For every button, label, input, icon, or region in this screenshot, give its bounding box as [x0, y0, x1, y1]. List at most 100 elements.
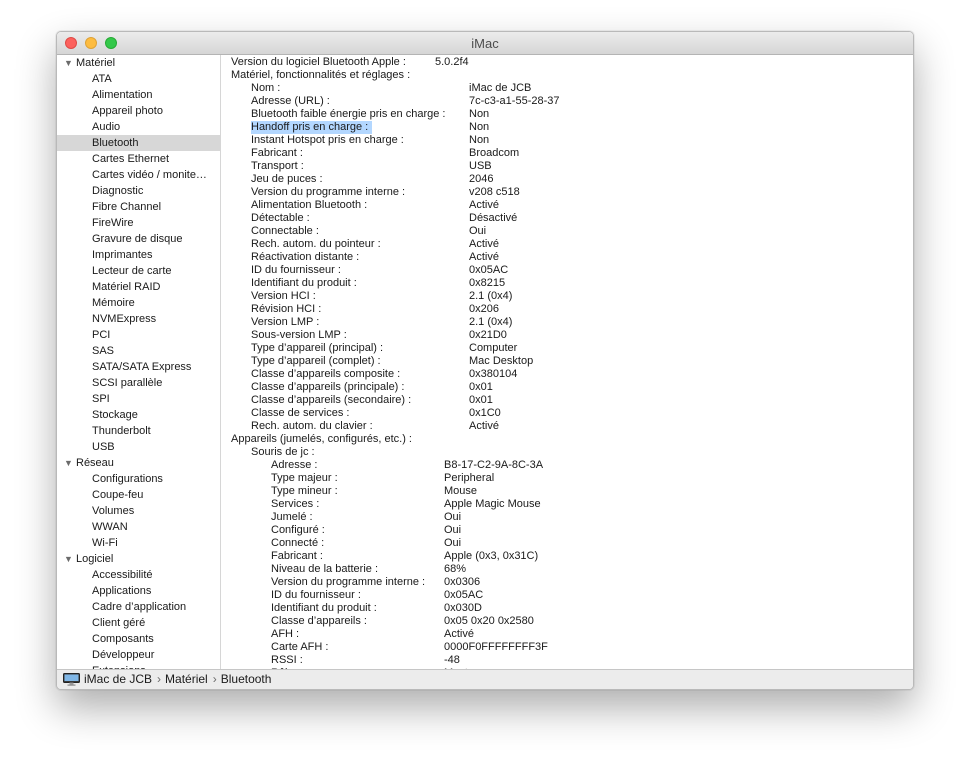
- detail-key: Instant Hotspot pris en charge :: [251, 134, 404, 146]
- detail-row[interactable]: Transport : USB: [221, 160, 913, 173]
- sidebar-item-scsi-parallele[interactable]: SCSI parallèle: [57, 375, 220, 391]
- detail-row[interactable]: Handoff pris en charge : Non: [221, 121, 913, 134]
- detail-row[interactable]: Adresse (URL) : 7c-c3-a1-55-28-37: [221, 95, 913, 108]
- detail-row[interactable]: Connectable : Oui: [221, 225, 913, 238]
- sidebar-item-cadre-d-application[interactable]: Cadre d’application: [57, 599, 220, 615]
- sidebar-item-client-gere[interactable]: Client géré: [57, 615, 220, 631]
- sidebar-item-materiel-raid[interactable]: Matériel RAID: [57, 279, 220, 295]
- detail-row[interactable]: Jumelé : Oui: [221, 511, 913, 524]
- detail-value: Oui: [469, 225, 487, 237]
- sidebar-group-materiel[interactable]: ▼ Matériel: [57, 55, 220, 71]
- detail-row[interactable]: Connecté : Oui: [221, 537, 913, 550]
- title-bar[interactable]: iMac: [57, 32, 913, 55]
- detail-row[interactable]: Révision HCI : 0x206: [221, 303, 913, 316]
- sidebar-group-reseau[interactable]: ▼ Réseau: [57, 455, 220, 471]
- detail-row[interactable]: Type d’appareil (principal) : Computer: [221, 342, 913, 355]
- sidebar-item-diagnostic[interactable]: Diagnostic: [57, 183, 220, 199]
- detail-row[interactable]: ID du fournisseur : 0x05AC: [221, 264, 913, 277]
- detail-row[interactable]: Alimentation Bluetooth : Activé: [221, 199, 913, 212]
- detail-row[interactable]: Bluetooth faible énergie pris en charge …: [221, 108, 913, 121]
- detail-row[interactable]: Détectable : Désactivé: [221, 212, 913, 225]
- detail-row[interactable]: Réactivation distante : Activé: [221, 251, 913, 264]
- detail-row[interactable]: Type majeur : Peripheral: [221, 472, 913, 485]
- detail-row[interactable]: ID du fournisseur : 0x05AC: [221, 589, 913, 602]
- sidebar-item-imprimantes[interactable]: Imprimantes: [57, 247, 220, 263]
- detail-row[interactable]: Services : Apple Magic Mouse: [221, 498, 913, 511]
- breadcrumb-item[interactable]: Bluetooth: [221, 672, 272, 686]
- detail-row[interactable]: Sous-version LMP : 0x21D0: [221, 329, 913, 342]
- detail-row[interactable]: Jeu de puces : 2046: [221, 173, 913, 186]
- detail-row[interactable]: Fabricant : Broadcom: [221, 147, 913, 160]
- detail-row[interactable]: Niveau de la batterie : 68%: [221, 563, 913, 576]
- sidebar-item-thunderbolt[interactable]: Thunderbolt: [57, 423, 220, 439]
- detail-row[interactable]: Classe d’appareils : 0x05 0x20 0x2580: [221, 615, 913, 628]
- sidebar-item-developpeur[interactable]: Développeur: [57, 647, 220, 663]
- detail-row[interactable]: Version du programme interne : 0x0306: [221, 576, 913, 589]
- detail-row[interactable]: Classe de services : 0x1C0: [221, 407, 913, 420]
- sidebar-item-firewire[interactable]: FireWire: [57, 215, 220, 231]
- detail-row[interactable]: Identifiant du produit : 0x030D: [221, 602, 913, 615]
- sidebar-item-applications[interactable]: Applications: [57, 583, 220, 599]
- disclosure-triangle-icon[interactable]: ▼: [64, 55, 73, 71]
- detail-row[interactable]: Version du logiciel Bluetooth Apple : 5.0…: [221, 56, 913, 69]
- detail-row[interactable]: Rech. autom. du pointeur : Activé: [221, 238, 913, 251]
- sidebar-item-configurations[interactable]: Configurations: [57, 471, 220, 487]
- detail-row[interactable]: Classe d’appareils (principale) : 0x01: [221, 381, 913, 394]
- sidebar-item-coupe-feu[interactable]: Coupe-feu: [57, 487, 220, 503]
- sidebar-item-gravure-de-disque[interactable]: Gravure de disque: [57, 231, 220, 247]
- detail-row[interactable]: Fabricant : Apple (0x3, 0x31C): [221, 550, 913, 563]
- detail-row[interactable]: RSSI : -48: [221, 654, 913, 667]
- sidebar[interactable]: ▼ Matériel ATA Alimentation Appareil photo Au…: [57, 55, 221, 669]
- sidebar-item-wwan[interactable]: WWAN: [57, 519, 220, 535]
- detail-value: 0x8215: [469, 277, 506, 289]
- breadcrumb-item[interactable]: Matériel: [165, 672, 208, 686]
- sidebar-item-appareil-photo[interactable]: Appareil photo: [57, 103, 220, 119]
- disclosure-triangle-icon[interactable]: ▼: [64, 455, 73, 471]
- detail-row[interactable]: Type mineur : Mouse: [221, 485, 913, 498]
- sidebar-item-volumes[interactable]: Volumes: [57, 503, 220, 519]
- detail-row[interactable]: AFH : Activé: [221, 628, 913, 641]
- sidebar-item-cartes-ethernet[interactable]: Cartes Ethernet: [57, 151, 220, 167]
- detail-row[interactable]: Nom : iMac de JCB: [221, 82, 913, 95]
- breadcrumb-item[interactable]: iMac de JCB: [84, 672, 152, 686]
- sidebar-item-memoire[interactable]: Mémoire: [57, 295, 220, 311]
- detail-row[interactable]: Identifiant du produit : 0x8215: [221, 277, 913, 290]
- detail-row[interactable]: Version du programme interne : v208 c518: [221, 186, 913, 199]
- disclosure-triangle-icon[interactable]: ▼: [64, 551, 73, 567]
- detail-row[interactable]: Instant Hotspot pris en charge : Non: [221, 134, 913, 147]
- detail-row[interactable]: Classe d’appareils (secondaire) : 0x01: [221, 394, 913, 407]
- detail-value: Activé: [469, 238, 499, 250]
- detail-row[interactable]: Souris de jc :: [221, 446, 913, 459]
- sidebar-item-usb[interactable]: USB: [57, 439, 220, 455]
- detail-row[interactable]: Rech. autom. du clavier : Activé: [221, 420, 913, 433]
- detail-row[interactable]: Classe d’appareils composite : 0x380104: [221, 368, 913, 381]
- sidebar-item-wi-fi[interactable]: Wi-Fi: [57, 535, 220, 551]
- sidebar-item-audio[interactable]: Audio: [57, 119, 220, 135]
- detail-row[interactable]: Version HCI : 2.1 (0x4): [221, 290, 913, 303]
- sidebar-item-fibre-channel[interactable]: Fibre Channel: [57, 199, 220, 215]
- detail-row[interactable]: Appareils (jumelés, configurés, etc.) :: [221, 433, 913, 446]
- detail-row[interactable]: Version LMP : 2.1 (0x4): [221, 316, 913, 329]
- sidebar-item-spi[interactable]: SPI: [57, 391, 220, 407]
- sidebar-item-pci[interactable]: PCI: [57, 327, 220, 343]
- sidebar-item-nvmexpress[interactable]: NVMExpress: [57, 311, 220, 327]
- sidebar-group-logiciel[interactable]: ▼ Logiciel: [57, 551, 220, 567]
- sidebar-item-stockage[interactable]: Stockage: [57, 407, 220, 423]
- detail-row[interactable]: Carte AFH : 0000F0FFFFFFFF3F: [221, 641, 913, 654]
- sidebar-item-bluetooth[interactable]: Bluetooth: [57, 135, 220, 151]
- detail-row[interactable]: Type d’appareil (complet) : Mac Desktop: [221, 355, 913, 368]
- sidebar-item-sata-sata-express[interactable]: SATA/SATA Express: [57, 359, 220, 375]
- sidebar-item-cartes-video-monite[interactable]: Cartes vidéo / monite…: [57, 167, 220, 183]
- detail-row[interactable]: Matériel, fonctionnalités et réglages :: [221, 69, 913, 82]
- sidebar-item-accessibilite[interactable]: Accessibilité: [57, 567, 220, 583]
- detail-pane[interactable]: Version du logiciel Bluetooth Apple : 5.0…: [221, 55, 913, 669]
- sidebar-item-sas[interactable]: SAS: [57, 343, 220, 359]
- detail-value: 0000F0FFFFFFFF3F: [444, 641, 548, 653]
- detail-row[interactable]: Adresse : B8-17-C2-9A-8C-3A: [221, 459, 913, 472]
- sidebar-item-lecteur-de-carte[interactable]: Lecteur de carte: [57, 263, 220, 279]
- detail-row[interactable]: Configuré : Oui: [221, 524, 913, 537]
- sidebar-item-alimentation[interactable]: Alimentation: [57, 87, 220, 103]
- detail-key: Classe d’appareils composite :: [251, 368, 401, 380]
- sidebar-item-ata[interactable]: ATA: [57, 71, 220, 87]
- sidebar-item-composants[interactable]: Composants: [57, 631, 220, 647]
